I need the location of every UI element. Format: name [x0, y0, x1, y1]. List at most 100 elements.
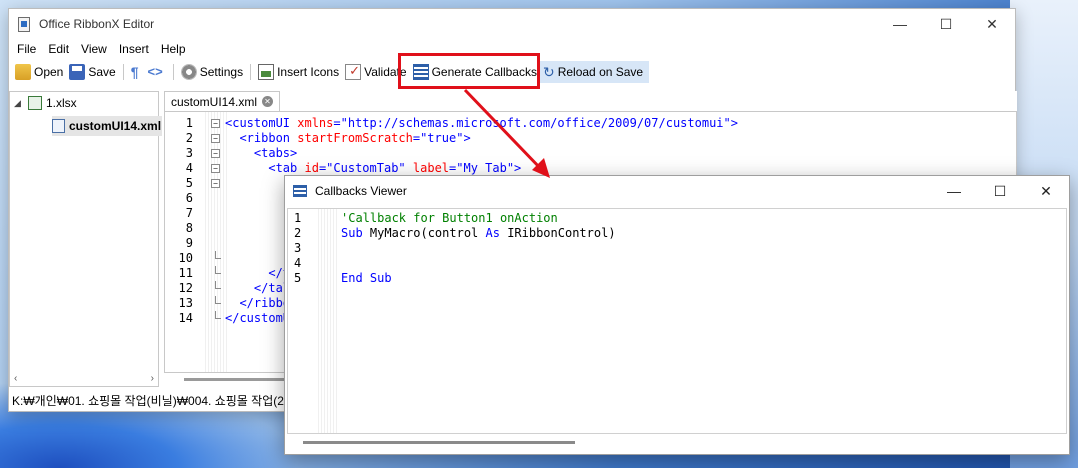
code-token: >	[514, 161, 522, 175]
tree-child-label: customUI14.xml	[69, 119, 162, 133]
menu-help[interactable]: Help	[155, 42, 192, 56]
menu-view[interactable]: View	[75, 42, 113, 56]
list-icon	[293, 185, 307, 197]
fold-toggle-icon[interactable]: −	[211, 134, 220, 143]
scroll-left-icon[interactable]: ‹	[14, 373, 17, 384]
callback-code-line: 3	[288, 241, 1066, 256]
line-number: 10	[178, 251, 193, 265]
line-number: 3	[294, 241, 302, 255]
callbacks-maximize-button[interactable]: ☐	[977, 176, 1023, 206]
callbacks-title-bar[interactable]: Callbacks Viewer — ☐ ✕	[285, 176, 1069, 206]
line-number: 13	[178, 296, 193, 310]
menu-file[interactable]: File	[11, 42, 42, 56]
fold-end-marker	[215, 251, 221, 259]
settings-button[interactable]: Settings	[178, 61, 246, 83]
xml-file-icon	[52, 119, 65, 133]
callbacks-code-view[interactable]: 1 'Callback for Button1 onAction 2 Sub MyMa…	[287, 208, 1067, 434]
minimize-button[interactable]: —	[877, 9, 923, 39]
callback-code-line: 2 Sub MyMacro(control As IRibbonControl)	[288, 226, 1066, 241]
code-text: </ribbo	[225, 296, 290, 311]
code-token: id	[304, 161, 319, 175]
reload-icon: ↻	[542, 64, 555, 80]
app-icon	[18, 16, 30, 32]
fold-toggle-icon[interactable]: −	[211, 119, 220, 128]
callbacks-close-button[interactable]: ✕	[1023, 176, 1069, 206]
code-token: </customU	[225, 311, 291, 325]
toolbar: Open Save ¶ <> Settings Insert Icons Val…	[9, 53, 1015, 89]
toolbar-separator	[250, 64, 252, 80]
code-token: "CustomTab"	[326, 161, 406, 175]
line-number: 14	[178, 311, 193, 325]
fold-toggle-icon[interactable]: −	[211, 179, 220, 188]
code-text: <tab id="CustomTab" label="My Tab">	[225, 161, 521, 176]
code-token: Sub	[341, 226, 370, 240]
line-number: 1	[185, 116, 193, 130]
line-number: 5	[294, 271, 302, 285]
tree-horizontal-scrollbar[interactable]: ‹ ›	[10, 370, 158, 386]
callback-code-line: 1 'Callback for Button1 onAction	[288, 211, 1066, 226]
toggle-whitespace-button[interactable]: ¶	[128, 61, 145, 83]
code-text: </customU	[225, 311, 290, 326]
save-icon	[69, 64, 86, 80]
reload-on-save-toggle[interactable]: ↻ Reload on Save	[539, 61, 650, 83]
code-token: <tab	[225, 161, 305, 175]
code-token: xmlns	[297, 116, 334, 130]
callbacks-minimize-button[interactable]: —	[931, 176, 977, 206]
pilcrow-icon: ¶	[130, 64, 139, 80]
fold-toggle-icon[interactable]: −	[211, 149, 220, 158]
tree-item-file[interactable]: ◢ 1.xlsx	[14, 96, 77, 110]
callbacks-horizontal-scrollbar[interactable]	[287, 434, 1067, 450]
reload-on-save-label: Reload on Save	[557, 65, 644, 79]
insert-icons-button[interactable]: Insert Icons	[255, 61, 342, 83]
close-button[interactable]: ✕	[969, 9, 1015, 39]
code-token: =	[333, 116, 341, 130]
tree-item-customui14[interactable]: customUI14.xml	[52, 116, 166, 136]
line-number: 12	[178, 281, 193, 295]
settings-label: Settings	[199, 65, 244, 79]
title-bar[interactable]: Office RibbonX Editor — ☐ ✕	[9, 9, 1015, 39]
fold-end-marker	[215, 311, 221, 319]
tab-customui14[interactable]: customUI14.xml ✕	[164, 91, 281, 111]
line-number: 1	[294, 211, 302, 225]
code-line: 1 − <customUI xmlns="http://schemas.micros…	[165, 116, 1016, 131]
code-line: 3 − <tabs>	[165, 146, 1016, 161]
fold-end-marker	[215, 266, 221, 274]
code-token: >	[730, 116, 738, 130]
code-token: <ribbon	[225, 131, 298, 145]
code-token: </ribbo	[225, 296, 291, 310]
callback-code-line: 4	[288, 256, 1066, 271]
code-token: End Sub	[341, 271, 392, 285]
code-text: <customUI xmlns="http://schemas.microsof…	[225, 116, 738, 131]
menu-insert[interactable]: Insert	[113, 42, 155, 56]
fold-toggle-icon[interactable]: −	[211, 164, 220, 173]
collapse-triangle-icon[interactable]: ◢	[14, 98, 28, 109]
toolbar-separator	[172, 64, 174, 80]
code-token: As	[485, 226, 508, 240]
code-token: 'Callback for Button1 onAction	[341, 211, 558, 225]
callbacks-viewer-window: Callbacks Viewer — ☐ ✕ 1 'Callback for Bu…	[284, 175, 1070, 455]
open-button[interactable]: Open	[12, 61, 66, 83]
save-button[interactable]: Save	[66, 61, 118, 83]
window-controls: — ☐ ✕	[877, 9, 1015, 39]
code-line: 2 − <ribbon startFromScratch="true">	[165, 131, 1016, 146]
code-token: IRibbonControl)	[507, 226, 616, 240]
scroll-right-icon[interactable]: ›	[151, 373, 154, 384]
menu-edit[interactable]: Edit	[42, 42, 75, 56]
line-number: 11	[178, 266, 193, 280]
code-brackets-icon: <>	[147, 64, 163, 79]
line-number: 2	[185, 131, 193, 145]
maximize-button[interactable]: ☐	[923, 9, 969, 39]
close-tab-icon[interactable]: ✕	[262, 96, 274, 107]
fold-end-marker	[215, 281, 221, 289]
format-xml-button[interactable]: <>	[145, 61, 169, 83]
code-token: <tabs>	[225, 146, 298, 160]
line-number: 4	[185, 161, 193, 175]
line-number: 5	[185, 176, 193, 190]
toolbar-separator	[122, 64, 124, 80]
code-token: "http://schemas.microsoft.com/office/200…	[340, 116, 731, 130]
callback-code-text: 'Callback for Button1 onAction	[341, 211, 558, 226]
tree-file-label: 1.xlsx	[46, 96, 77, 110]
folder-open-icon	[15, 64, 31, 80]
line-number: 8	[185, 221, 193, 235]
validate-icon	[345, 63, 362, 80]
